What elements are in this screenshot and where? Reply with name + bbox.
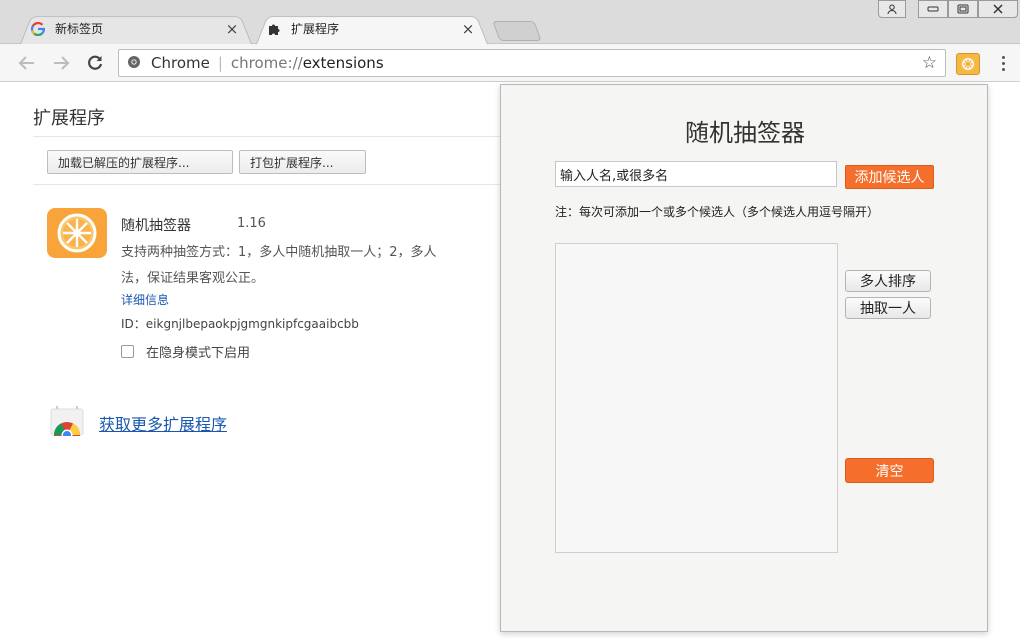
url-separator: | [217, 54, 223, 72]
web-store-icon [49, 406, 85, 448]
usage-note: 注：每次可添加一个或多个候选人（多个候选人用逗号隔开） [555, 205, 880, 219]
incognito-option[interactable]: 在隐身模式下启用 [121, 342, 250, 361]
bookmark-star-icon[interactable]: ☆ [922, 53, 937, 73]
reload-icon[interactable] [84, 52, 106, 74]
id-value: eikgnjlbepaokpjgmgnkipfcgaaibcbb [145, 317, 359, 331]
get-more-extensions-link[interactable]: 获取更多扩展程序 [99, 411, 227, 435]
pick-one-button[interactable]: 抽取一人 [845, 297, 931, 319]
maximize-icon[interactable] [948, 0, 978, 18]
menu-dots-icon[interactable] [996, 52, 1010, 74]
description-line: 支持两种抽签方式：1，多人中随机抽取一人；2，多人 [121, 245, 437, 260]
tab-strip: 新标签页 × 扩展程序 × [0, 0, 1020, 44]
add-candidate-button[interactable]: 添加候选人 [845, 165, 934, 189]
extension-toolbar-icon[interactable] [956, 53, 980, 75]
orange-wheel-icon [47, 208, 107, 258]
url-host: extensions [302, 54, 384, 72]
tab-extensions[interactable]: 扩展程序 × [256, 13, 488, 44]
site-name: Chrome [151, 54, 210, 72]
browser-toolbar: Chrome | chrome://extensions ☆ [0, 44, 1020, 82]
page-title: 扩展程序 [33, 108, 105, 129]
candidate-name-input[interactable] [555, 161, 837, 187]
user-icon[interactable] [878, 0, 906, 18]
description-line: 法，保证结果客观公正。 [121, 271, 265, 286]
new-tab-button[interactable] [492, 21, 542, 41]
minimize-icon[interactable] [918, 0, 948, 18]
tab-close-icon[interactable]: × [460, 20, 476, 38]
address-bar[interactable]: Chrome | chrome://extensions ☆ [118, 49, 946, 77]
popup-title: 随机抽签器 [685, 119, 805, 147]
multi-sort-button[interactable]: 多人排序 [845, 270, 931, 292]
tab-title: 新标签页 [55, 22, 104, 36]
load-unpacked-button[interactable]: 加载已解压的扩展程序... [47, 150, 233, 174]
extension-name: 随机抽签器 [121, 218, 191, 234]
tab-close-icon[interactable]: × [224, 20, 240, 38]
google-g-icon [30, 21, 46, 37]
clear-button[interactable]: 清空 [845, 458, 934, 483]
extension-version: 1.16 [237, 216, 266, 231]
extension-id: ID：eikgnjlbepaokpjgmgnkipfcgaaibcbb [121, 315, 359, 332]
url-scheme: chrome:// [230, 54, 303, 72]
id-label: ID： [121, 317, 146, 331]
extension-popup: 随机抽签器 添加候选人 注：每次可添加一个或多个候选人（多个候选人用逗号隔开） … [500, 84, 988, 632]
pack-extension-button[interactable]: 打包扩展程序... [239, 150, 366, 174]
divider [33, 184, 503, 185]
forward-arrow-icon[interactable] [50, 52, 72, 74]
back-arrow-icon[interactable] [16, 52, 38, 74]
tab-new-tab[interactable]: 新标签页 × [20, 13, 252, 44]
details-link[interactable]: 详细信息 [121, 291, 169, 308]
candidate-list[interactable] [555, 243, 838, 553]
chrome-icon [127, 55, 143, 71]
tab-title: 扩展程序 [291, 22, 340, 36]
divider [33, 136, 503, 137]
close-window-icon[interactable] [978, 0, 1018, 18]
puzzle-icon [266, 21, 282, 37]
incognito-checkbox[interactable] [121, 345, 134, 358]
incognito-label: 在隐身模式下启用 [146, 346, 251, 361]
extension-description: 支持两种抽签方式：1，多人中随机抽取一人；2，多人 法，保证结果客观公正。 [121, 240, 505, 292]
